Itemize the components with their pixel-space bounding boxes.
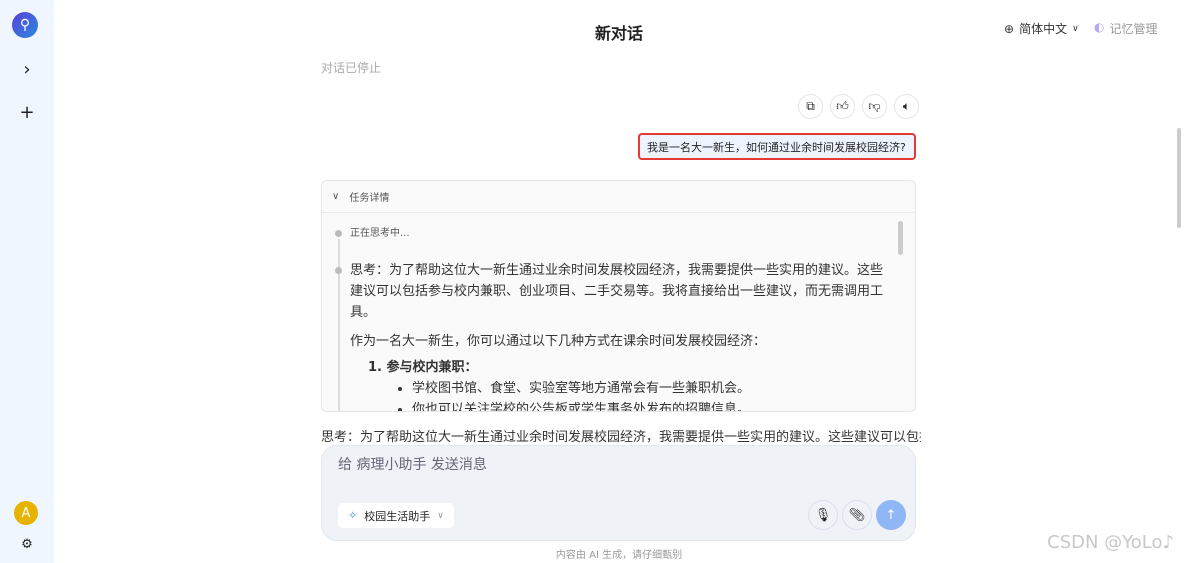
expand-sidebar-icon[interactable]: ›	[15, 59, 39, 80]
memory-management-link[interactable]: ◐ 记忆管理	[1094, 20, 1158, 37]
memory-label: 记忆管理	[1109, 22, 1158, 36]
list-item: 学校图书馆、食堂、实验室等地方通常会有一些兼职机会。	[412, 378, 891, 399]
new-chat-icon[interactable]: +	[15, 102, 39, 123]
chevron-down-icon: ∨	[437, 510, 444, 521]
microphone-icon[interactable]: 🎙︎	[808, 500, 838, 530]
task-details-title: 任务详情	[349, 193, 390, 204]
thinking-status: 正在思考中...	[350, 228, 410, 239]
conversation-status: 对话已停止	[321, 61, 382, 75]
globe-icon: ⊕	[1004, 21, 1015, 36]
list-item-title: 1. 参与校内兼职：	[368, 360, 478, 375]
attachment-icon[interactable]: 📎︎	[842, 500, 872, 530]
ai-disclaimer: 内容由 AI 生成，请仔细甄别	[555, 550, 683, 561]
page-scrollbar[interactable]	[1177, 128, 1181, 228]
language-selector[interactable]: ⊕ 简体中文 ∨	[1004, 20, 1079, 37]
sidebar: ⚲ › + A ⚙	[0, 0, 54, 563]
chevron-down-icon: ∨	[1072, 23, 1079, 34]
send-button[interactable]: ↑	[876, 500, 906, 530]
answer-preview: 思考：为了帮助这位大一新生通过业余时间发展校园经济，我需要提供一些实用的建议。这…	[321, 430, 921, 445]
chevron-down-icon: ∨	[332, 191, 340, 202]
list-item: 你也可以关注学校的公告板或学生事务处发布的招聘信息。	[412, 399, 891, 411]
thought-text: 思考：为了帮助这位大一新生通过业余时间发展校园经济，我需要提供一些实用的建议。这…	[350, 263, 884, 320]
speaker-icon[interactable]: 🔈︎	[894, 94, 919, 119]
message-input[interactable]: 给 病理小助手 发送消息	[338, 454, 487, 474]
task-details-toggle[interactable]: ∨ 任务详情	[322, 181, 915, 213]
message-actions: ⧉ 👍︎ 👎︎ 🔈︎	[798, 94, 919, 119]
avatar[interactable]: A	[14, 501, 38, 525]
panel-scrollbar[interactable]	[898, 221, 903, 255]
agent-label: 校园生活助手	[364, 509, 431, 523]
intro-text: 作为一名大一新生，你可以通过以下几种方式在课余时间发展校园经济：	[350, 334, 767, 349]
language-label: 简体中文	[1019, 22, 1068, 36]
user-message: 我是一名大一新生，如何通过业余时间发展校园经济?	[638, 133, 916, 160]
message-composer: 给 病理小助手 发送消息 ✧ 校园生活助手 ∨ 🎙︎ 📎︎ ↑	[321, 445, 916, 541]
timeline-dot	[335, 267, 342, 274]
agent-selector[interactable]: ✧ 校园生活助手 ∨	[338, 503, 454, 528]
thumbs-down-icon[interactable]: 👎︎	[862, 94, 887, 119]
watermark: CSDN @YoLo♪	[1047, 532, 1174, 553]
memory-icon: ◐	[1094, 20, 1105, 34]
timeline-line	[338, 239, 340, 411]
task-details-panel: ∨ 任务详情 正在思考中... 思考：为了帮助这位大一新生通过业余时间发展校园经济…	[321, 180, 916, 412]
sparkle-icon: ✧	[348, 509, 358, 522]
timeline-dot	[335, 230, 342, 237]
copy-icon[interactable]: ⧉	[798, 94, 823, 119]
thumbs-up-icon[interactable]: 👍︎	[830, 94, 855, 119]
